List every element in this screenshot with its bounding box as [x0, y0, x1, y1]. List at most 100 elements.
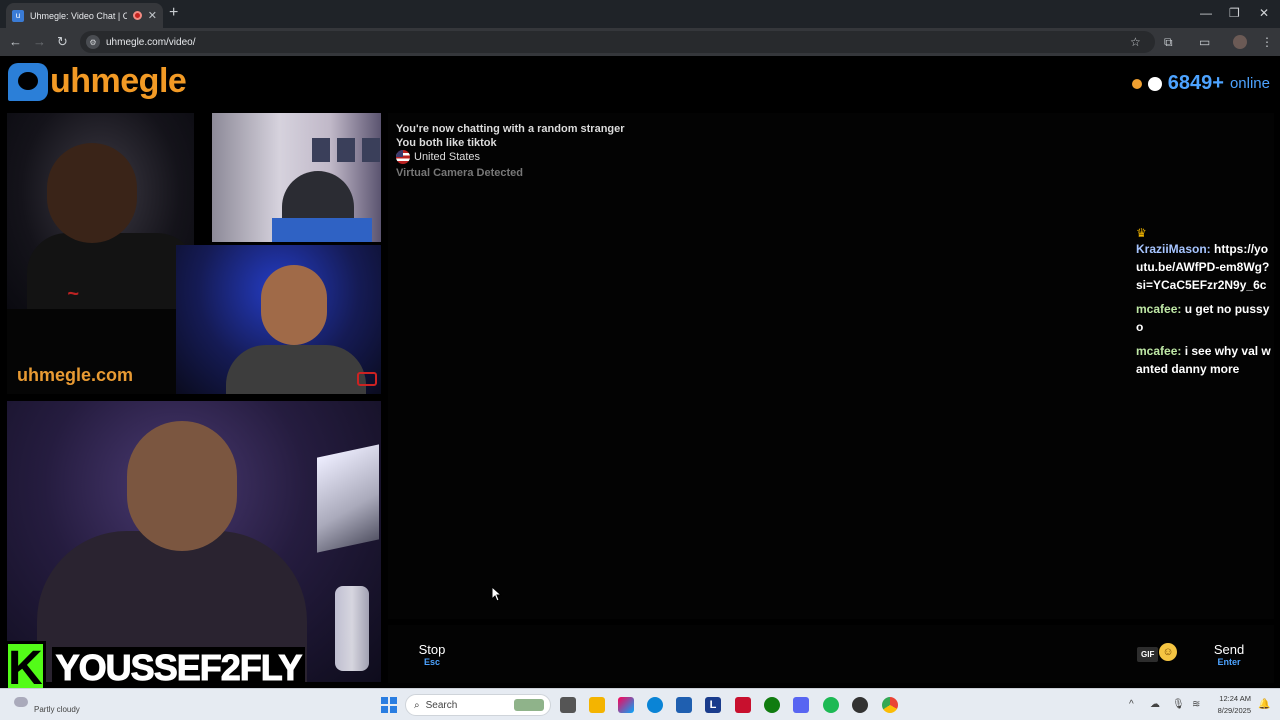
person-face — [127, 421, 237, 551]
person-shirt — [27, 233, 194, 309]
restore-icon[interactable]: ❐ — [1229, 6, 1240, 20]
tab-title: Uhmegle: Video Chat | Ome — [30, 10, 127, 21]
reload-icon[interactable]: ↻ — [57, 34, 68, 50]
site-watermark: uhmegle.com — [17, 365, 134, 385]
stop-shortcut: Esc — [423, 657, 440, 667]
wall-poster — [337, 138, 355, 162]
store-icon[interactable] — [676, 697, 692, 713]
us-flag-icon — [396, 150, 410, 164]
window-close-icon[interactable]: ✕ — [1259, 6, 1269, 20]
wifi-icon[interactable]: ≋ — [1192, 699, 1200, 710]
site-info-icon[interactable]: ⚙ — [86, 35, 100, 49]
emoji-icon[interactable]: ☺ — [1159, 643, 1177, 661]
send-shortcut: Enter — [1217, 657, 1241, 667]
background-box — [317, 444, 379, 553]
stranger-country: United States — [396, 150, 480, 164]
menu-kebab-icon[interactable]: ⋮ — [1261, 35, 1273, 49]
copilot-icon[interactable] — [618, 697, 634, 713]
cast-icon[interactable]: ▭ — [1199, 35, 1210, 49]
chat-username: mcafee: — [1136, 344, 1182, 358]
microphone-icon[interactable]: 🎙 — [1172, 699, 1185, 710]
url-text: uhmegle.com/video/ — [106, 36, 196, 48]
overlay-webcam-feed-top — [212, 113, 381, 242]
site-logo[interactable]: uhmegle — [8, 62, 187, 101]
start-windows-icon[interactable] — [381, 697, 397, 713]
task-view-icon[interactable] — [560, 697, 576, 713]
search-highlight-icon — [514, 699, 544, 711]
spotify-icon[interactable] — [823, 697, 839, 713]
overlay-webcam-feed-middle — [176, 245, 381, 394]
screen: u Uhmegle: Video Chat | Ome ✕ + — ❐ ✕ ← … — [0, 0, 1280, 720]
chat-username: mcafee: — [1136, 302, 1182, 316]
message-input[interactable] — [478, 625, 1118, 683]
stop-button[interactable]: Stop Esc — [396, 625, 468, 683]
extensions-icon[interactable]: ⧉ — [1164, 35, 1173, 50]
forward-arrow-icon[interactable]: → — [33, 34, 46, 49]
person-body — [226, 345, 366, 394]
stream-chat-overlay: ♛ KraziiMason: https://youtu.be/AWfPD-em… — [1136, 226, 1272, 384]
chat-message: mcafee: u get no pussy o — [1136, 300, 1272, 336]
windows-taskbar: Partly cloudy ⌕ Search L ^ ☁ 🎙 ≋ ♪ 12:24… — [0, 688, 1280, 720]
browser-tabbar: u Uhmegle: Video Chat | Ome ✕ + — ❐ ✕ — [0, 0, 1280, 28]
address-bar[interactable]: ⚙ uhmegle.com/video/ — [80, 31, 1155, 53]
theme-dot-orange-icon[interactable] — [1131, 78, 1142, 89]
stranger-video-feed: ~ — [7, 113, 194, 309]
browser-tab[interactable]: u Uhmegle: Video Chat | Ome ✕ — [6, 3, 163, 28]
online-counter: 6849+ online — [1131, 72, 1270, 95]
site-header: uhmegle 6849+ online — [0, 56, 1280, 108]
country-name: United States — [414, 150, 481, 163]
chat-message: mcafee: i see why val wanted danny more — [1136, 342, 1272, 378]
send-button[interactable]: Send Enter — [1184, 625, 1274, 683]
chrome-icon[interactable] — [882, 697, 898, 713]
streamer-name: YOUSSEF2FLY — [51, 647, 306, 689]
stop-label: Stop — [418, 642, 446, 657]
logo-text: uhmegle — [50, 62, 187, 100]
app-l-icon[interactable]: L — [705, 697, 721, 713]
taskbar-search[interactable]: ⌕ Search — [405, 694, 551, 716]
gif-button[interactable]: GIF — [1137, 647, 1159, 662]
xbox-icon[interactable] — [764, 697, 780, 713]
mcafee-icon[interactable] — [735, 697, 751, 713]
profile-avatar[interactable] — [1233, 35, 1247, 49]
kick-logo-icon: K — [5, 641, 46, 695]
shirt-print: ~ — [67, 283, 79, 305]
online-count: 6849+ — [1167, 72, 1224, 94]
new-tab-button[interactable]: + — [169, 4, 178, 22]
water-bottle — [335, 586, 369, 671]
system-message: You're now chatting with a random strang… — [396, 123, 625, 135]
clock-time: 12:24 AM — [1219, 694, 1251, 703]
online-label: online — [1229, 75, 1270, 92]
wall-poster — [312, 138, 330, 162]
overlay-logo-icon — [357, 372, 377, 386]
site-favicon-icon: u — [12, 9, 24, 22]
bookmark-star-icon[interactable]: ☆ — [1130, 35, 1141, 49]
search-placeholder: Search — [425, 699, 458, 711]
chat-controls: Stop Esc GIF ☺ Send Enter — [388, 625, 1274, 683]
mouse-cursor-icon — [491, 585, 503, 607]
weather-text[interactable]: Partly cloudy — [34, 705, 80, 714]
browser-toolbar: ← → ↻ ⚙ uhmegle.com/video/ ☆ ⧉ ▭ ⋮ — [0, 28, 1280, 56]
tray-chevron-icon[interactable]: ^ — [1129, 699, 1134, 710]
search-icon: ⌕ — [414, 699, 420, 711]
wall-poster — [362, 138, 380, 162]
theme-dot-white-icon[interactable] — [1147, 76, 1162, 91]
discord-icon[interactable] — [793, 697, 809, 713]
edge-icon[interactable] — [647, 697, 663, 713]
notification-bell-icon[interactable]: 🔔 — [1258, 699, 1270, 710]
back-arrow-icon[interactable]: ← — [9, 34, 22, 49]
person-head — [47, 143, 137, 243]
tab-close-icon[interactable]: ✕ — [148, 9, 157, 22]
chat-username: KraziiMason: — [1136, 242, 1211, 256]
weather-cloud-icon[interactable] — [14, 697, 28, 707]
watermark-area: uhmegle.com — [7, 309, 176, 394]
system-clock[interactable]: 12:24 AM 8/29/2025 — [1205, 693, 1251, 717]
file-explorer-icon[interactable] — [589, 697, 605, 713]
virtual-camera-notice: Virtual Camera Detected — [396, 167, 523, 179]
obs-icon[interactable] — [852, 697, 868, 713]
send-label: Send — [1213, 642, 1245, 657]
clock-date: 8/29/2025 — [1217, 706, 1251, 715]
recording-indicator-icon — [132, 11, 142, 20]
minimize-icon[interactable]: — — [1200, 6, 1212, 20]
crown-badge-icon: ♛ — [1136, 226, 1147, 240]
onedrive-icon[interactable]: ☁ — [1150, 699, 1160, 710]
